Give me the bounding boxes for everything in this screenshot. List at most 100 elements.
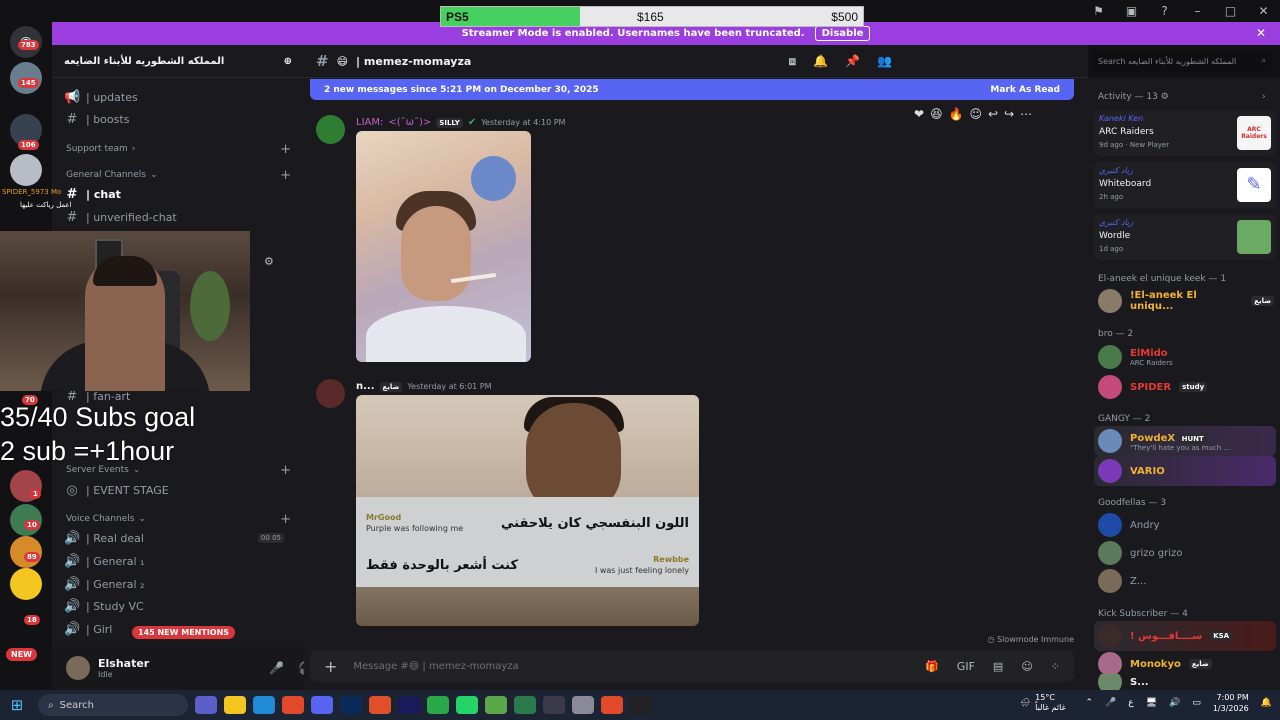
microphone-icon[interactable]: 🎤	[1105, 698, 1116, 708]
edge-icon[interactable]	[253, 696, 275, 714]
xbox-icon[interactable]	[485, 696, 507, 714]
pin-icon[interactable]: 📌	[845, 54, 860, 69]
minimize-button[interactable]: –	[1181, 4, 1214, 18]
member-item[interactable]: ! ســــافـــوس KSA	[1094, 621, 1276, 651]
search-input[interactable]: Search المملكه الشطوريه للأبناء الضايعه …	[1092, 50, 1272, 72]
discord-icon[interactable]	[311, 696, 333, 714]
member-item[interactable]: Z...	[1098, 566, 1274, 596]
channel-boosts[interactable]: # | boosts	[64, 109, 294, 129]
category-support[interactable]: Support team › +	[66, 142, 291, 157]
voice-general-2[interactable]: 🔊 | General ₂	[64, 574, 294, 594]
app-icon[interactable]	[514, 696, 536, 714]
member-item[interactable]: Andry	[1098, 510, 1274, 540]
server-icon[interactable]	[10, 154, 42, 186]
threads-icon[interactable]: ⧈	[789, 54, 797, 69]
member-item[interactable]: ElMido ARC Raiders	[1098, 342, 1274, 372]
add-channel-icon[interactable]: +	[280, 512, 291, 527]
emoji-icon[interactable]: ☺	[1021, 660, 1032, 673]
meme-attachment[interactable]: MrGood Purple was following me اللون الب…	[356, 395, 699, 626]
mark-as-read-button[interactable]: Mark As Read	[990, 85, 1060, 95]
category-voice[interactable]: Voice Channels ⌄ +	[66, 512, 291, 527]
new-pill[interactable]: NEW	[6, 648, 37, 661]
weather-widget[interactable]: 🌧 15°C غائم غالباً	[1020, 693, 1066, 713]
notification-icon[interactable]: 🔔	[1261, 698, 1272, 708]
volume-icon[interactable]: 🔊	[1169, 698, 1180, 708]
message-author[interactable]: n...	[356, 381, 375, 392]
avatar[interactable]	[316, 115, 345, 144]
new-messages-bar[interactable]: 2 new messages since 5:21 PM on December…	[310, 79, 1074, 100]
epic-games-icon[interactable]	[630, 696, 652, 714]
apps-icon[interactable]: ⁘	[1051, 660, 1060, 673]
whatsapp-icon[interactable]	[456, 696, 478, 714]
maximize-button[interactable]: □	[1214, 4, 1247, 18]
channel-chat[interactable]: # | chat	[64, 184, 294, 204]
smile-reaction-icon[interactable]: 😆	[930, 107, 943, 121]
taskbar-search[interactable]: ⌕ Search	[38, 694, 188, 716]
message-input[interactable]: Message #😄 | memez-momayza	[353, 661, 518, 672]
settings-icon[interactable]	[572, 696, 594, 714]
category-general[interactable]: General Channels ⌄ +	[66, 168, 291, 183]
obs-icon[interactable]	[543, 696, 565, 714]
activity-card[interactable]: Kaneki Ken ARC Raiders 9d ago · New Play…	[1094, 110, 1276, 156]
add-reaction-icon[interactable]: ☺	[970, 107, 983, 121]
disable-button[interactable]: Disable	[814, 26, 871, 41]
new-mentions-pill[interactable]: 145 NEW MENTIONS	[132, 626, 236, 639]
chevron-up-icon[interactable]: ⌃	[1086, 698, 1094, 708]
gif-icon[interactable]: GIF	[957, 660, 975, 673]
voice-real-deal[interactable]: 🔊 | Real deal 00 05	[64, 528, 294, 548]
clock[interactable]: 7:00 PM 1/3/2026	[1213, 692, 1249, 714]
teams-icon[interactable]	[195, 696, 217, 714]
gift-icon[interactable]: 🎁	[925, 660, 939, 673]
notification-bell-icon[interactable]: 🔔	[813, 54, 828, 69]
windows-start-icon[interactable]: ⊞	[0, 696, 34, 714]
add-attachment-icon[interactable]: +	[324, 657, 337, 676]
add-channel-icon[interactable]: +	[280, 142, 291, 157]
chrome-icon[interactable]	[282, 696, 304, 714]
microphone-icon[interactable]: 🎤	[269, 661, 284, 675]
language-indicator[interactable]: ع	[1128, 698, 1133, 708]
more-icon[interactable]: ⋯	[1020, 107, 1032, 121]
channel-unverified[interactable]: # | unverified-chat	[64, 207, 294, 227]
reply-icon[interactable]: ↩	[988, 107, 998, 121]
member-item[interactable]: PowdeX HUNT "They'll hate you as much ...	[1094, 426, 1276, 456]
file-explorer-icon[interactable]	[224, 696, 246, 714]
photoshop-icon[interactable]	[340, 696, 362, 714]
channel-updates[interactable]: 📢 | updates	[64, 87, 294, 107]
chrome-icon[interactable]	[601, 696, 623, 714]
close-window-button[interactable]: ✕	[1247, 4, 1280, 18]
heart-reaction-icon[interactable]: ❤	[914, 107, 924, 121]
member-item[interactable]: grizo grizo	[1098, 538, 1274, 568]
member-item[interactable]: S...	[1098, 674, 1274, 690]
network-icon[interactable]: 🖥	[1146, 698, 1157, 708]
message-composer[interactable]: + Message #😄 | memez-momayza 🎁 GIF ▤ ☺ ⁘	[310, 650, 1074, 682]
steam-server-icon[interactable]	[10, 568, 42, 600]
add-channel-icon[interactable]: +	[280, 168, 291, 183]
image-attachment[interactable]	[356, 131, 531, 362]
member-item[interactable]: VARIO	[1094, 456, 1276, 486]
battery-icon[interactable]: ▭	[1192, 698, 1201, 708]
sticker-icon[interactable]: ▤	[993, 660, 1003, 673]
add-channel-icon[interactable]: +	[280, 463, 291, 478]
capcut-icon[interactable]	[427, 696, 449, 714]
activity-card[interactable]: زياد كتبري Whiteboard 2h ago ✎	[1094, 162, 1276, 208]
screen-icon[interactable]: ▣	[1115, 4, 1148, 18]
member-item[interactable]: !El-aneek El uniqu... ضايع	[1098, 286, 1274, 316]
voice-study[interactable]: 🔊 | Study VC	[64, 596, 294, 616]
add-member-icon[interactable]: ⊕	[284, 56, 292, 67]
avatar[interactable]	[316, 379, 345, 408]
activity-card[interactable]: زياد كتبري Wordle 1d ago	[1094, 214, 1276, 260]
inbox-flag-icon[interactable]: ⚑	[1082, 4, 1115, 18]
avatar[interactable]	[66, 655, 90, 680]
help-icon[interactable]: ?	[1148, 4, 1181, 18]
member-list-icon[interactable]: 👥	[877, 54, 892, 69]
voice-general-1[interactable]: 🔊 | General ₁	[64, 551, 294, 571]
forward-icon[interactable]: ↪	[1004, 107, 1014, 121]
voice-settings-icons[interactable]: ⚙	[264, 255, 274, 268]
brave-icon[interactable]	[369, 696, 391, 714]
channel-event-stage[interactable]: ◎ | EVENT STAGE	[64, 480, 294, 500]
server-header[interactable]: المملكه الشطوريه للأبناء الضايعه ⊕	[52, 45, 304, 78]
member-item[interactable]: SPIDER study	[1098, 372, 1274, 402]
message-author[interactable]: LIAM:	[356, 117, 383, 128]
fire-reaction-icon[interactable]: 🔥	[949, 107, 964, 121]
close-icon[interactable]: ✕	[1256, 26, 1266, 40]
